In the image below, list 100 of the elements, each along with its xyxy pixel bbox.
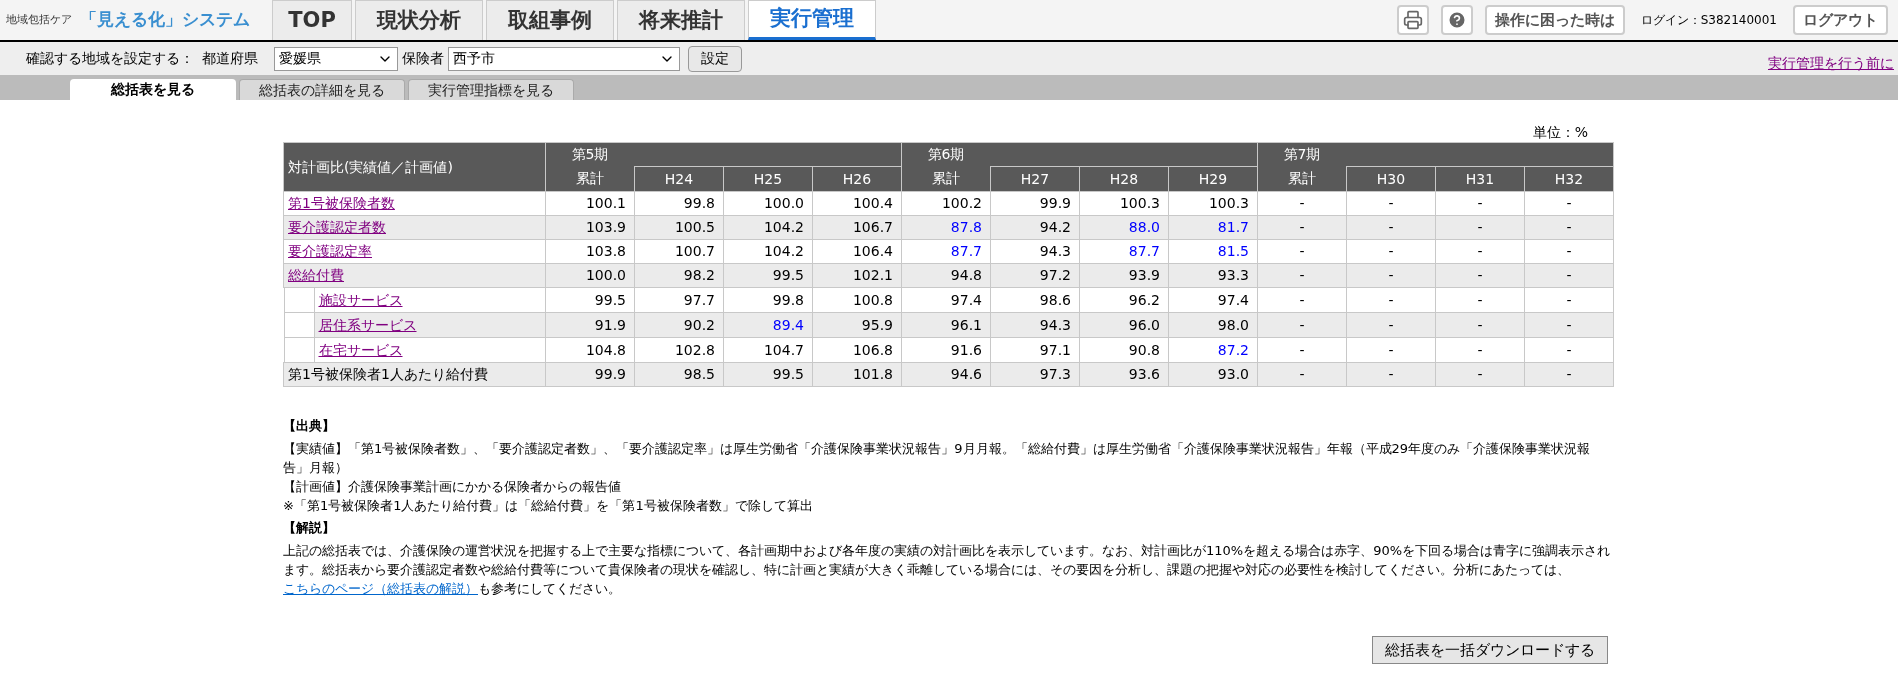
table-cell: 104.2: [723, 239, 813, 264]
unit-label: 単位：%: [1532, 123, 1588, 142]
table-cell: -: [1346, 215, 1436, 240]
sub-tab[interactable]: 総括表を見る: [70, 79, 236, 100]
table-cell: 97.3: [990, 362, 1080, 387]
guide-link[interactable]: 実行管理を行う前に: [1768, 53, 1894, 74]
table-cell: 93.6: [1079, 362, 1169, 387]
table-cell: 100.3: [1168, 191, 1258, 216]
nav-tab[interactable]: 実行管理: [748, 0, 876, 40]
print-icon: [1402, 10, 1423, 30]
table-cell: -: [1257, 191, 1347, 216]
table-cell: 99.5: [545, 287, 635, 313]
table-cell: -: [1524, 362, 1614, 387]
table-cell: 100.7: [634, 239, 724, 264]
table-cell: 101.8: [812, 362, 902, 387]
row-link[interactable]: 在宅サービス: [318, 339, 403, 361]
table-cell: -: [1524, 191, 1614, 216]
table-cell: -: [1257, 263, 1347, 288]
table-cell: 88.0: [1079, 215, 1169, 240]
set-button[interactable]: 設定: [688, 45, 742, 72]
logo-title: 「見える化」システム: [80, 8, 250, 32]
explanation-text: 上記の総括表では、介護保険の運営状況を把握する上で主要な指標について、各計画期中および各年度の実績の対計画比を表示しています。なお、対計画比が110%を超える場合は赤字、90%を下回る場合は青字に強調表示されます。総括表から要介護認定者数や総給付費等について貴保険者の現状を確認し、特に計画と実績が大きく乖離している場合には、その要因を分析し、課題の把握や対応の必要性を検討してください。分析にあたっては、 こちらのページ（総括表の解説）も参考にしてください。: [283, 542, 1612, 598]
table-cell: -: [1257, 287, 1347, 313]
logout-button[interactable]: ログアウト: [1793, 5, 1888, 35]
table-header: H29: [1168, 166, 1258, 192]
row-link[interactable]: 総給付費: [288, 267, 344, 283]
table-cell: 97.4: [901, 287, 991, 313]
prefecture-label: 都道府県: [202, 49, 258, 68]
table-cell: 106.8: [812, 337, 902, 363]
table-cell: 104.8: [545, 337, 635, 363]
table-header: H32: [1524, 166, 1614, 192]
insurer-select[interactable]: 西予市: [448, 46, 680, 71]
table-cell: 87.7: [1079, 239, 1169, 264]
table-cell: -: [1435, 239, 1525, 264]
table-cell: -: [1257, 239, 1347, 264]
note-text: 【実績値】「第1号被保険者数」、「要介護認定者数」、「要介護認定率」は厚生労働省「介護保険事業状況報告」9月月報。「総給付費」は厚生労働省「介護保険事業状況報告」年報（平成29年度のみ「介護保険事業状況報告」月報）: [283, 440, 1592, 477]
help-button[interactable]: 操作に困った時は: [1484, 5, 1625, 35]
table-cell: -: [1435, 362, 1525, 387]
table-cell: 87.2: [1168, 337, 1258, 363]
period-header: 第7期: [1282, 145, 1322, 164]
table-cell: -: [1346, 337, 1436, 363]
table-cell: 106.4: [812, 239, 902, 264]
table-cell: 98.0: [1168, 312, 1258, 338]
row-label: 第1号被保険者1人あたり給付費: [288, 366, 488, 382]
login-id: ログイン：S382140001: [1640, 12, 1777, 29]
table-cell: 96.1: [901, 312, 991, 338]
nav-tab[interactable]: TOP: [272, 0, 352, 40]
sub-tab[interactable]: 総括表の詳細を見る: [239, 79, 405, 100]
table-cell: -: [1346, 263, 1436, 288]
table-cell: 97.7: [634, 287, 724, 313]
table-cell: 104.2: [723, 215, 813, 240]
table-cell: 98.6: [990, 287, 1080, 313]
prefecture-select[interactable]: 愛媛県: [274, 46, 398, 71]
table-cell: 87.8: [901, 215, 991, 240]
section-heading: 【解説】: [283, 519, 336, 537]
table-cell: 99.5: [723, 362, 813, 387]
table-cell: -: [1257, 362, 1347, 387]
period-header: 第6期: [926, 145, 966, 164]
table-cell: -: [1524, 337, 1614, 363]
table-cell: 87.7: [901, 239, 991, 264]
table-cell: -: [1435, 263, 1525, 288]
table-cell: 106.7: [812, 215, 902, 240]
nav-tab[interactable]: 取組事例: [486, 0, 614, 40]
table-header: 累計: [901, 166, 991, 192]
period-header: 第5期: [570, 145, 610, 164]
table-cell: 99.5: [723, 263, 813, 288]
table-cell: 102.1: [812, 263, 902, 288]
table-header: H30: [1346, 166, 1436, 192]
nav-tab[interactable]: 現状分析: [355, 0, 483, 40]
table-cell: 90.8: [1079, 337, 1169, 363]
table-cell: 97.2: [990, 263, 1080, 288]
note-text: 【計画値】介護保険事業計画にかかる保険者からの報告値: [283, 478, 622, 496]
section-heading: 【出典】: [283, 417, 336, 435]
table-header: H31: [1435, 166, 1525, 192]
sub-tab[interactable]: 実行管理指標を見る: [408, 79, 574, 100]
download-button[interactable]: 総括表を一括ダウンロードする: [1372, 636, 1608, 664]
table-header: H27: [990, 166, 1080, 192]
table-cell: -: [1435, 312, 1525, 338]
table-cell: 81.7: [1168, 215, 1258, 240]
region-label: 確認する地域を設定する：: [26, 49, 194, 68]
help-icon-button[interactable]: [1440, 5, 1473, 35]
table-cell: 95.9: [812, 312, 902, 338]
table-cell: -: [1435, 191, 1525, 216]
table-cell: 99.8: [634, 191, 724, 216]
table-cell: 93.3: [1168, 263, 1258, 288]
table-cell: 100.1: [545, 191, 635, 216]
table-cell: 94.3: [990, 239, 1080, 264]
table-header: H28: [1079, 166, 1169, 192]
print-button[interactable]: [1396, 5, 1429, 35]
table-cell: -: [1346, 191, 1436, 216]
row-link[interactable]: 施設サービス: [318, 289, 403, 311]
table-header: H25: [723, 166, 813, 192]
table-cell: -: [1257, 337, 1347, 363]
explanation-link[interactable]: こちらのページ（総括表の解説）: [283, 581, 478, 596]
table-cell: -: [1435, 287, 1525, 313]
table-cell: 100.0: [545, 263, 635, 288]
table-cell: 104.7: [723, 337, 813, 363]
nav-tab[interactable]: 将来推計: [617, 0, 745, 40]
table-cell: 99.9: [545, 362, 635, 387]
table-cell: -: [1524, 215, 1614, 240]
